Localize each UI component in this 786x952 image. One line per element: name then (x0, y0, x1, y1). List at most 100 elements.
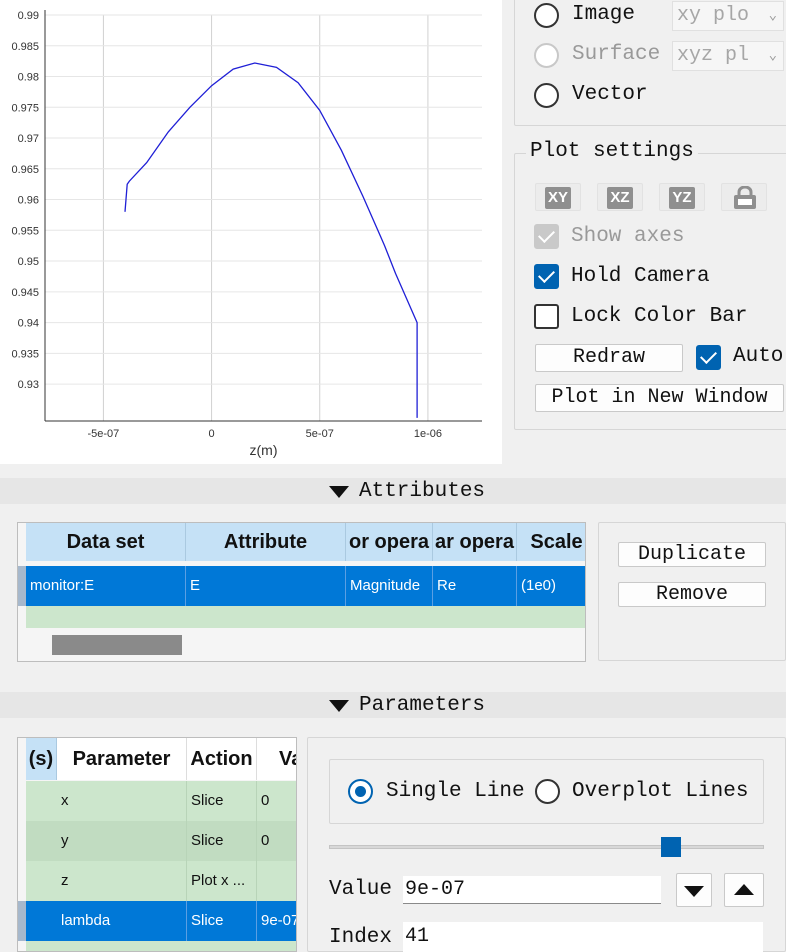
column-header[interactable]: (s) (26, 738, 57, 780)
column-header[interactable]: Action (187, 738, 257, 780)
view-yz-button[interactable]: YZ (659, 183, 705, 211)
increase-button[interactable] (724, 873, 764, 907)
attributes-title: Attributes (359, 480, 486, 503)
column-header[interactable]: Va (257, 738, 296, 780)
table-row[interactable] (26, 941, 296, 951)
plot-canvas[interactable]: -5e-07 0 5e-07 1e-06 0.99 0.985 0.98 0.975 0.97 0… (0, 0, 502, 464)
view-xz-button[interactable]: XZ (597, 183, 643, 211)
attribute-cell[interactable]: E (186, 566, 346, 606)
collapse-triangle-icon (329, 486, 349, 498)
column-header[interactable]: or opera (346, 523, 433, 561)
image-radio[interactable] (534, 3, 559, 28)
column-header[interactable]: Data set (26, 523, 186, 561)
y-tick-label: 0.965 (11, 164, 39, 176)
parameter-cell[interactable]: z (57, 861, 187, 901)
y-tick-label: 0.985 (11, 41, 39, 53)
xy-icon: XY (545, 187, 571, 209)
column-header[interactable]: Attribute (186, 523, 346, 561)
value-cell[interactable]: 0 (257, 821, 296, 861)
plot-settings-title: Plot settings (526, 140, 698, 163)
surface-label: Surface (572, 43, 661, 66)
y-tick-label: 0.945 (11, 287, 39, 299)
attributes-section-header[interactable]: Attributes (0, 478, 786, 504)
x-tick-label: -5e-07 (88, 428, 120, 440)
x-tick-label: 1e-06 (414, 428, 442, 440)
y-tick-label: 0.96 (18, 195, 39, 207)
attributes-table: Data set Attribute or opera ar opera Sca… (17, 522, 586, 662)
collapse-triangle-icon (329, 700, 349, 712)
vector-label: Vector (572, 83, 648, 106)
image-label: Image (572, 3, 636, 26)
show-axes-label: Show axes (571, 225, 685, 248)
action-cell[interactable]: Slice (187, 901, 257, 941)
lock-color-bar-label: Lock Color Bar (571, 305, 748, 328)
parameter-cell[interactable]: y (57, 821, 187, 861)
operation-cell[interactable]: Re (433, 566, 517, 606)
auto-label: Auto (733, 345, 784, 368)
image-plane-select[interactable]: xy plo ⌄ (672, 1, 784, 31)
lock-icon (734, 186, 756, 209)
y-tick-label: 0.99 (18, 10, 39, 22)
surface-radio[interactable] (534, 43, 559, 68)
action-cell[interactable]: Slice (187, 821, 257, 861)
arrow-up-icon (734, 884, 754, 895)
parameters-title: Parameters (359, 694, 486, 717)
image-plane-value: xy plo (677, 4, 750, 27)
overplot-lines-label: Overplot Lines (572, 780, 749, 803)
lock-color-bar-checkbox[interactable] (534, 304, 559, 329)
plot-new-window-button[interactable]: Plot in New Window (535, 384, 784, 412)
surface-plane-select[interactable]: xyz pl ⌄ (672, 41, 784, 71)
y-tick-label: 0.955 (11, 225, 39, 237)
x-tick-label: 0 (209, 428, 215, 440)
column-header[interactable]: Parameter (57, 738, 187, 780)
parameter-cell[interactable]: x (57, 781, 187, 821)
series-line (124, 62, 418, 418)
action-cell[interactable]: Slice (187, 781, 257, 821)
yz-icon: YZ (669, 187, 695, 209)
parameters-section-header[interactable]: Parameters (0, 692, 786, 718)
remove-button[interactable]: Remove (618, 582, 766, 607)
dataset-cell[interactable]: monitor:E (26, 566, 186, 606)
operation-cell[interactable]: Magnitude (346, 566, 433, 606)
xz-icon: XZ (607, 187, 633, 209)
vector-radio[interactable] (534, 83, 559, 108)
y-tick-label: 0.93 (18, 379, 39, 391)
chevron-down-icon: ⌄ (768, 48, 777, 64)
hold-camera-label: Hold Camera (571, 265, 710, 288)
line-plot: -5e-07 0 5e-07 1e-06 0.99 0.985 0.98 0.975 0.97 0… (11, 10, 482, 458)
hold-camera-checkbox[interactable] (534, 264, 559, 289)
action-cell[interactable]: Plot x ... (187, 861, 257, 901)
value-cell[interactable]: 0 (257, 781, 296, 821)
auto-redraw-checkbox[interactable] (696, 345, 721, 370)
y-tick-label: 0.97 (18, 133, 39, 145)
column-header[interactable]: Scale (517, 523, 585, 561)
y-tick-label: 0.975 (11, 102, 39, 114)
single-line-label: Single Line (386, 780, 525, 803)
y-tick-label: 0.94 (18, 318, 39, 330)
y-tick-label: 0.935 (11, 348, 39, 360)
scale-cell[interactable]: (1e0) (517, 566, 585, 606)
parameter-slider-track[interactable] (329, 845, 764, 849)
lock-view-button[interactable] (721, 183, 767, 211)
parameters-table: (s) Parameter Action Va x Slice 0 y Slic… (17, 737, 297, 952)
x-tick-label: 5e-07 (306, 428, 334, 440)
parameter-slider-handle[interactable] (661, 837, 681, 857)
parameter-cell[interactable]: lambda (57, 901, 187, 941)
column-header[interactable]: ar opera (433, 523, 517, 561)
decrease-button[interactable] (676, 873, 712, 907)
horizontal-scrollbar[interactable] (52, 635, 182, 655)
value-label: Value (329, 878, 393, 901)
overplot-lines-radio[interactable] (535, 779, 560, 804)
y-tick-label: 0.98 (18, 72, 39, 84)
value-cell[interactable]: 9e-07 (257, 901, 296, 941)
duplicate-button[interactable]: Duplicate (618, 542, 766, 567)
view-xy-button[interactable]: XY (535, 183, 581, 211)
single-line-radio[interactable] (348, 779, 373, 804)
chevron-down-icon: ⌄ (768, 8, 777, 24)
y-tick-label: 0.95 (18, 256, 39, 268)
redraw-button[interactable]: Redraw (535, 344, 683, 372)
table-row[interactable] (26, 606, 585, 628)
surface-plane-value: xyz pl (677, 44, 750, 67)
value-input[interactable]: 9e-07 (403, 876, 661, 904)
show-axes-checkbox[interactable] (534, 224, 559, 249)
